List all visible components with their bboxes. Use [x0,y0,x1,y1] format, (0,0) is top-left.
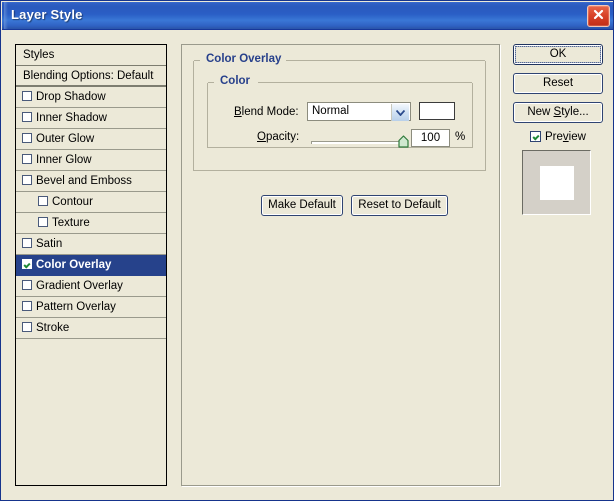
opacity-label-rest: pacity: [265,131,300,143]
opacity-slider-thumb[interactable] [398,135,409,148]
list-item-label: Outer Glow [36,133,95,145]
color-swatch[interactable] [419,102,455,120]
list-item-label: Stroke [36,322,70,334]
title-bar[interactable]: Layer Style [2,2,613,30]
list-item-stroke[interactable]: Stroke [16,318,166,339]
checkbox-stroke[interactable] [22,322,32,332]
dialog-actions-column: OK Reset New Style... Preview [513,44,605,244]
color-group-title: Color [216,75,255,87]
style-items-container: Drop Shadow Inner Shadow Outer Glow Inner G… [16,87,166,339]
chevron-down-icon [396,110,405,116]
close-button[interactable] [587,5,610,27]
color-overlay-panel: Color Overlay Color Blend Mode: Normal O… [181,44,500,486]
list-item-contour[interactable]: Contour [16,192,166,213]
checkbox-outer-glow[interactable] [22,133,32,143]
checkbox-inner-shadow[interactable] [22,112,32,122]
list-item-label: Drop Shadow [36,91,106,103]
list-item-label: Contour [52,196,93,208]
new-style-label-rest: tyle... [561,106,589,118]
preview-label-prefix: Pre [545,131,563,143]
preview-toggle[interactable]: Preview [530,131,586,143]
checkbox-bevel-and-emboss[interactable] [22,175,32,185]
checkbox-drop-shadow[interactable] [22,91,32,101]
blend-mode-value: Normal [312,105,350,117]
preview-thumbnail-swatch [540,166,574,200]
list-item-gradient-overlay[interactable]: Gradient Overlay [16,276,166,297]
list-item-label: Texture [52,217,90,229]
blend-mode-label: Blend Mode: [234,106,299,118]
color-group: Color Blend Mode: Normal Opacity: 100 % [207,75,473,148]
list-item-inner-shadow[interactable]: Inner Shadow [16,108,166,129]
list-item-outer-glow[interactable]: Outer Glow [16,129,166,150]
styles-list-header: Styles [16,45,166,66]
checkbox-inner-glow[interactable] [22,154,32,164]
window-title: Layer Style [11,7,83,22]
blend-mode-label-accel: B [234,106,242,118]
layer-style-dialog: Layer Style Styles Blending Options: Def… [0,0,614,501]
color-overlay-group: Color Overlay Color Blend Mode: Normal O… [193,53,486,216]
list-item-blending-options[interactable]: Blending Options: Default [16,66,166,87]
list-item-bevel-and-emboss[interactable]: Bevel and Emboss [16,171,166,192]
opacity-label-accel: O [257,131,266,143]
list-item-satin[interactable]: Satin [16,234,166,255]
reset-to-default-button[interactable]: Reset to Default [351,195,448,216]
blend-mode-label-rest: lend Mode: [241,106,299,118]
ok-button-label: OK [549,48,567,60]
list-item-label: Inner Glow [36,154,92,166]
blend-mode-select[interactable]: Normal [307,102,411,121]
color-overlay-group-title: Color Overlay [202,53,286,65]
reset-button[interactable]: Reset [513,73,603,94]
checkbox-gradient-overlay[interactable] [22,280,32,290]
styles-list-empty-area [16,339,166,485]
list-item-texture[interactable]: Texture [16,213,166,234]
preview-checkbox[interactable] [530,131,541,142]
opacity-slider-track [311,141,406,144]
opacity-label: Opacity: [257,131,299,143]
list-item-label: Inner Shadow [36,112,107,124]
list-item-label: Gradient Overlay [36,280,123,292]
opacity-unit-label: % [455,131,466,143]
ok-button[interactable]: OK [513,44,603,65]
new-style-button[interactable]: New Style... [513,102,603,123]
checkbox-satin[interactable] [22,238,32,248]
new-style-label-prefix: New [527,106,554,118]
checkbox-color-overlay[interactable] [22,259,32,269]
blend-mode-dropdown-arrow[interactable] [391,104,409,121]
opacity-slider[interactable] [311,135,409,148]
list-item-drop-shadow[interactable]: Drop Shadow [16,87,166,108]
preview-label-rest: iew [568,131,586,143]
list-item-pattern-overlay[interactable]: Pattern Overlay [16,297,166,318]
preview-label: Preview [545,131,586,143]
slider-thumb-icon [398,135,409,148]
styles-list-header-label: Styles [23,49,55,61]
list-item-inner-glow[interactable]: Inner Glow [16,150,166,171]
list-item-label: Pattern Overlay [36,301,116,313]
list-item-label: Bevel and Emboss [36,175,132,187]
list-item-label: Color Overlay [36,259,112,271]
opacity-input[interactable]: 100 [411,129,450,147]
styles-list-panel[interactable]: Styles Blending Options: Default Drop Sh… [15,44,167,486]
title-bar-highlight [4,2,8,29]
make-default-button[interactable]: Make Default [261,195,343,216]
checkbox-contour[interactable] [38,196,48,206]
blending-options-label: Blending Options: Default [23,70,154,82]
list-item-label: Satin [36,238,63,250]
preview-thumbnail [522,150,591,215]
close-icon [593,9,604,20]
list-item-color-overlay[interactable]: Color Overlay [16,255,166,276]
checkbox-texture[interactable] [38,217,48,227]
checkbox-pattern-overlay[interactable] [22,301,32,311]
